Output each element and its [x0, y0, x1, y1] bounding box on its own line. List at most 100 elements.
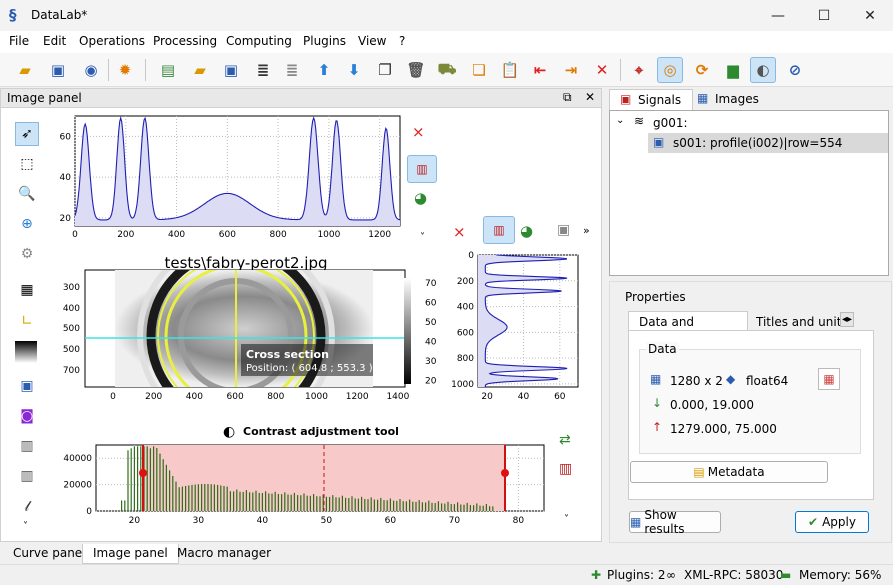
tick-label: 800 [267, 392, 284, 402]
settings-gear-icon[interactable]: ✹ [112, 57, 138, 83]
menu-processing[interactable]: Processing [153, 34, 217, 48]
show-results-button[interactable]: ▦ Show results [629, 508, 721, 536]
menu-edit[interactable]: Edit [43, 34, 66, 48]
refresh-icon[interactable]: ⟳ [689, 57, 715, 83]
open-h5-icon[interactable]: ▰ [12, 57, 38, 83]
xmlrpc-status: XML-RPC: 58030 [684, 568, 784, 582]
tick-label: 40 [518, 392, 530, 402]
tick-label: 0 [110, 392, 116, 402]
memory-icon: ▬ [780, 568, 792, 582]
tick-label: 40 [60, 173, 72, 183]
tab-signals[interactable]: ▣ Signals [609, 89, 693, 110]
data-tab-content: Data ▦ 1280 x 2 ◆ float64 ▦ ↓ 0.000, 19.… [628, 330, 874, 500]
tick-label: 40000 [63, 454, 92, 464]
tick-label: 600 [227, 392, 244, 402]
save-h5-icon[interactable]: ▣ [45, 57, 71, 83]
tick-label: 200 [117, 230, 134, 240]
move-up-icon[interactable]: ⬆ [311, 57, 337, 83]
expand-chevron-icon[interactable]: ⌄ [616, 115, 624, 126]
browse-h5-icon[interactable]: ◉ [78, 57, 104, 83]
show-first-only-icon[interactable]: ◐ [750, 57, 776, 83]
data-view-button[interactable]: ▦ [818, 368, 840, 390]
tick-label: 30 [425, 357, 437, 367]
layers-icon[interactable]: ≣ [250, 57, 276, 83]
delete-trash-icon[interactable]: 🗑 [403, 57, 429, 83]
save-image-icon[interactable]: ▣ [218, 57, 244, 83]
metadata-button[interactable]: ▤ Metadata [630, 461, 828, 483]
y-profile-plot: 20 40 6002004006008001000 [451, 251, 579, 402]
dtype-icon: ◆ [726, 372, 736, 386]
import-metadata-icon[interactable]: ⇤ [527, 57, 553, 83]
window-title: DataLab* [31, 8, 88, 22]
signal-item-icon: ▣ [653, 135, 665, 149]
menu-computing[interactable]: Computing [226, 34, 292, 48]
tab-images[interactable]: ▦ Images [693, 89, 773, 110]
close-button[interactable]: ✕ [847, 0, 893, 31]
contrast-histogram: ◐ Contrast adjustment tool 20 30 40 50 60 70 8… [63, 424, 545, 526]
tick-label: 50 [425, 318, 437, 328]
properties-group: Properties Data and metadata Titles and … [609, 281, 892, 543]
menu-plugins[interactable]: Plugins [303, 34, 346, 48]
menu-view[interactable]: View [358, 34, 386, 48]
paste-metadata-icon[interactable]: 📋 [497, 57, 523, 83]
layers-gray-icon[interactable]: ≣ [279, 57, 305, 83]
maximize-button[interactable]: ☐ [801, 0, 847, 31]
min-handle[interactable] [139, 469, 147, 477]
tick-label: 0 [468, 251, 474, 261]
menu-operations[interactable]: Operations [79, 34, 145, 48]
tab-data-metadata[interactable]: Data and metadata [628, 311, 748, 343]
tree-group-label[interactable]: g001: [653, 116, 688, 130]
tick-label: 1000 [305, 392, 328, 402]
cross-section-position: Position: ( 604.8 ; 553.3 ) [246, 363, 373, 374]
move-down-icon[interactable]: ⬇ [341, 57, 367, 83]
auto-refresh-icon[interactable]: ◎ [657, 57, 683, 83]
export-metadata-icon[interactable]: ⇥ [558, 57, 584, 83]
svg-text:◐: ◐ [223, 424, 235, 440]
duplicate-icon[interactable]: ❐ [372, 57, 398, 83]
dtype-value: float64 [746, 374, 789, 388]
tick-label: 400 [63, 304, 80, 314]
check-icon: ✔ [808, 515, 819, 529]
comment-icon[interactable]: ▆ [720, 57, 746, 83]
tick-label: 60 [385, 516, 397, 526]
data-group: Data ▦ 1280 x 2 ◆ float64 ▦ ↓ 0.000, 19.… [639, 342, 861, 454]
tab-titles-units[interactable]: Titles and units [756, 315, 848, 329]
tick-label: 30 [193, 516, 205, 526]
tree-signal-item[interactable]: ▣ s001: profile(i002)|row=554 [648, 133, 888, 153]
metadata-icon: ▤ [693, 465, 705, 479]
menu-bar: File Edit Operations Processing Computin… [0, 31, 893, 53]
tab-scroll-arrows-icon[interactable]: ◂▸ [840, 312, 855, 327]
tick-label: 50 [321, 516, 333, 526]
tick-label: 800 [457, 354, 474, 364]
tick-label: 60 [425, 299, 437, 309]
tab-macro-manager[interactable]: Macro manager [167, 544, 281, 564]
object-tree: ⌄ ≋ g001: ▣ s001: profile(i002)|row=554 [609, 110, 889, 276]
delete-metadata-icon[interactable]: ✕ [589, 57, 615, 83]
tick-label: 300 [63, 283, 80, 293]
tick-label: 70 [449, 516, 461, 526]
properties-title: Properties [625, 290, 686, 304]
shape-icon: ▦ [650, 372, 662, 386]
tab-image-panel[interactable]: Image panel [82, 544, 179, 564]
copy-titles-icon[interactable]: ❏ [466, 57, 492, 83]
truck-icon[interactable]: ⛟ [434, 57, 460, 83]
annotations-icon[interactable]: ⌖ [626, 57, 652, 83]
menu-help[interactable]: ? [399, 34, 405, 48]
data-group-label: Data [646, 342, 679, 356]
main-toolbar: ▰ ▣ ◉ ✹ ▤ ▰ ▣ ≣ ≣ ⬆ ⬇ ❐ 🗑 ⛟ ❏ 📋 ⇤ ⇥ ✕ ⌖ … [0, 53, 893, 87]
no-roi-icon[interactable]: ⊘ [782, 57, 808, 83]
min-arrow-icon: ↓ [652, 396, 663, 410]
max-handle[interactable] [501, 469, 509, 477]
apply-button[interactable]: ✔ Apply [795, 511, 869, 533]
results-icon: ▦ [630, 515, 642, 529]
memory-status: Memory: 56% [799, 568, 882, 582]
minimize-button[interactable]: — [755, 0, 801, 31]
tick-label: 60 [554, 392, 566, 402]
app-logo-icon: § [9, 6, 17, 24]
max-value: 1279.000, 75.000 [670, 422, 777, 436]
open-image-icon[interactable]: ▰ [187, 57, 213, 83]
tick-label: 600 [457, 328, 474, 338]
min-value: 0.000, 19.000 [670, 398, 754, 412]
new-image-icon[interactable]: ▤ [155, 57, 181, 83]
menu-file[interactable]: File [9, 34, 29, 48]
